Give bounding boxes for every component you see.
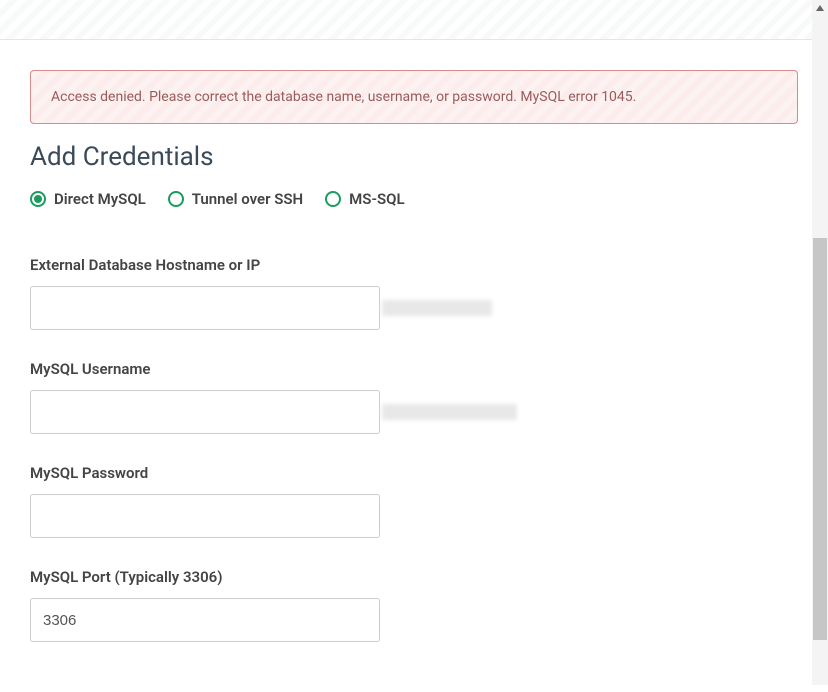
redacted-overlay [382,404,517,420]
field-username: MySQL Username [30,360,798,434]
hostname-input[interactable] [30,286,380,330]
radio-icon [168,191,184,207]
radio-icon [30,191,46,207]
main-content: Access denied. Please correct the databa… [0,40,828,692]
error-message: Access denied. Please correct the databa… [51,89,636,105]
radio-mssql[interactable]: MS-SQL [325,190,404,208]
scrollbar-thumb[interactable] [813,238,827,640]
redacted-overlay [382,300,492,316]
radio-label: Direct MySQL [54,190,146,208]
password-label: MySQL Password [30,464,798,482]
field-hostname: External Database Hostname or IP [30,256,798,330]
password-input[interactable] [30,494,380,538]
radio-label: MS-SQL [349,190,404,208]
port-input[interactable] [30,598,380,642]
port-label: MySQL Port (Typically 3306) [30,568,798,586]
radio-icon [325,191,341,207]
connection-type-radio-group: Direct MySQL Tunnel over SSH MS-SQL [30,190,798,208]
error-alert: Access denied. Please correct the databa… [30,70,798,124]
scrollbar-up-icon[interactable] [812,0,828,16]
username-input[interactable] [30,390,380,434]
hostname-label: External Database Hostname or IP [30,256,798,274]
radio-tunnel-ssh[interactable]: Tunnel over SSH [168,190,303,208]
scrollbar-track[interactable] [812,0,828,685]
field-password: MySQL Password [30,464,798,538]
radio-direct-mysql[interactable]: Direct MySQL [30,190,146,208]
page-title: Add Credentials [30,142,798,172]
header-stripe [0,0,828,40]
field-port: MySQL Port (Typically 3306) [30,568,798,642]
radio-label: Tunnel over SSH [192,190,303,208]
username-label: MySQL Username [30,360,798,378]
